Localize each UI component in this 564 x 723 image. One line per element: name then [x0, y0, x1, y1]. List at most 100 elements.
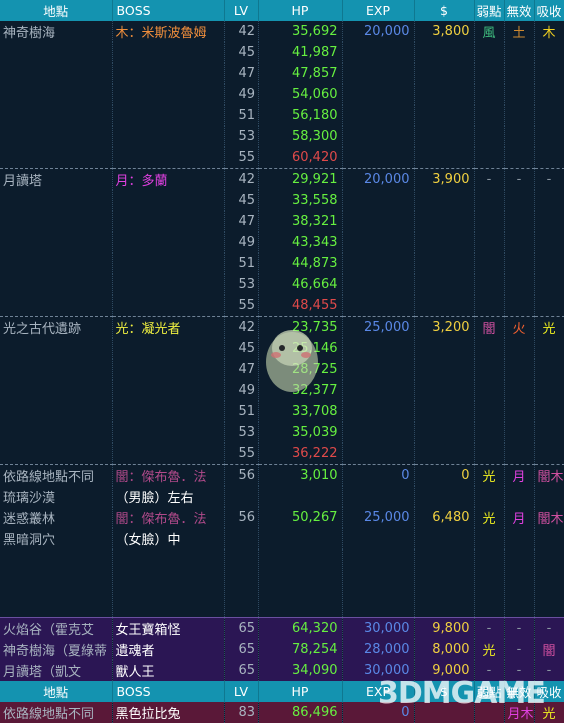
col-header-hp: HP [258, 681, 343, 702]
cell-null: 土 [504, 21, 535, 42]
cell-boss: 闇：傑布魯．法 [112, 507, 225, 528]
cell-null: 月 [504, 507, 535, 528]
cell-location: 依路線地點不同 [0, 702, 113, 723]
table-row: 47 47,857 [0, 63, 564, 84]
cell-lv: 56 [224, 507, 259, 528]
table-row: 49 32,377 [0, 380, 564, 401]
table-row: 51 44,873 [0, 253, 564, 274]
cell-hp: 46,664 [258, 274, 343, 295]
cell-lv: 65 [224, 660, 259, 681]
cell-hp: 41,987 [258, 42, 343, 63]
cell-location: 迷惑叢林 [0, 507, 113, 528]
cell-exp: 20,000 [342, 168, 415, 190]
cell-null: 火 [504, 316, 535, 338]
cell-boss: 黑色拉比兔 [112, 702, 225, 723]
table-row: 神奇樹海 木：米斯波魯姆 42 35,692 20,000 3,800 風 土 … [0, 21, 564, 42]
cell-hp: 34,090 [258, 660, 343, 681]
cell-hp: 35,692 [258, 21, 343, 42]
cell-absorb: - [534, 617, 564, 639]
cell-money: 9,800 [414, 617, 475, 639]
cell-hp: 60,420 [258, 147, 343, 169]
col-header-weak: 弱點 [474, 681, 505, 702]
cell-lv: 53 [224, 126, 259, 147]
cell-hp: 44,873 [258, 253, 343, 274]
cell-hp: 32,377 [258, 380, 343, 401]
blank-row [0, 549, 564, 618]
cell-boss: 光：凝光者 [112, 316, 225, 338]
table-row: 49 54,060 [0, 84, 564, 105]
table-row: 神奇樹海（夏綠蒂 遺魂者 65 78,254 28,000 8,000 光 - … [0, 639, 564, 660]
cell-boss: 女王寶箱怪 [112, 617, 225, 639]
cell-boss: （男臉）左右 [112, 486, 225, 507]
table-row: 47 38,321 [0, 211, 564, 232]
table-row: 47 28,725 [0, 359, 564, 380]
cell-lv: 83 [224, 702, 259, 723]
table-row: 55 48,455 [0, 295, 564, 317]
cell-money: 0 [414, 464, 475, 486]
col-header-absorb: 吸收 [534, 0, 564, 21]
cell-location: 火焰谷（霍克艾 [0, 617, 113, 639]
cell-money [414, 702, 475, 723]
cell-money: 8,000 [414, 639, 475, 660]
cell-hp: 33,708 [258, 401, 343, 422]
cell-lv: 45 [224, 190, 259, 211]
cell-exp: 25,000 [342, 507, 415, 528]
cell-lv: 45 [224, 42, 259, 63]
cell-exp: 25,000 [342, 316, 415, 338]
cell-hp: 23,735 [258, 316, 343, 338]
cell-location: 神奇樹海 [0, 21, 113, 42]
cell-lv: 47 [224, 359, 259, 380]
cell-hp: 78,254 [258, 639, 343, 660]
cell-weak [474, 702, 505, 723]
col-header-location: 地點 [0, 681, 113, 702]
cell-money: 6,480 [414, 507, 475, 528]
cell-boss: 闇：傑布魯．法 [112, 464, 225, 486]
col-header-lv: LV [224, 0, 259, 21]
cell-lv: 55 [224, 147, 259, 169]
cell-hp: 54,060 [258, 84, 343, 105]
cell-hp: 56,180 [258, 105, 343, 126]
cell-weak: - [474, 617, 505, 639]
table-row: 月讀塔 月：多蘭 42 29,921 20,000 3,900 - - - [0, 168, 564, 190]
cell-location: 神奇樹海（夏綠蒂 [0, 639, 113, 660]
cell-absorb: - [534, 168, 564, 190]
cell-hp: 48,455 [258, 295, 343, 317]
cell-lv: 65 [224, 617, 259, 639]
cell-boss: 木：米斯波魯姆 [112, 21, 225, 42]
table-row: 51 33,708 [0, 401, 564, 422]
cell-exp: 30,000 [342, 660, 415, 681]
cell-weak: 闇 [474, 316, 505, 338]
header-row: 地點 BOSS LV HP EXP $ 弱點 無效 吸收 [0, 0, 564, 21]
cell-money: 9,000 [414, 660, 475, 681]
cell-weak: - [474, 660, 505, 681]
cell-boss: 月：多蘭 [112, 168, 225, 190]
table-row: 黑暗洞穴 （女臉）中 [0, 528, 564, 549]
cell-absorb: 光 [534, 316, 564, 338]
cell-lv: 47 [224, 63, 259, 84]
cell-money: 3,800 [414, 21, 475, 42]
cell-hp: 35,039 [258, 422, 343, 443]
table-row: 迷惑叢林 闇：傑布魯．法 56 50,267 25,000 6,480 光 月 … [0, 507, 564, 528]
cell-lv: 51 [224, 253, 259, 274]
cell-money: 3,200 [414, 316, 475, 338]
table-row: 53 35,039 [0, 422, 564, 443]
cell-exp: 28,000 [342, 639, 415, 660]
table-row: 45 25,146 [0, 338, 564, 359]
cell-lv: 49 [224, 84, 259, 105]
cell-location: 光之古代遺跡 [0, 316, 113, 338]
cell-weak: 風 [474, 21, 505, 42]
col-header-weak: 弱點 [474, 0, 505, 21]
cell-lv: 51 [224, 401, 259, 422]
table-row: 53 58,300 [0, 126, 564, 147]
cell-null: 月木 [504, 702, 535, 723]
cell-boss: （女臉）中 [112, 528, 225, 549]
col-header-exp: EXP [342, 681, 415, 702]
cell-lv: 51 [224, 105, 259, 126]
cell-boss: 遺魂者 [112, 639, 225, 660]
cell-exp: 30,000 [342, 617, 415, 639]
header-row-repeat: 地點 BOSS LV HP EXP $ 弱點 無效 吸收 [0, 681, 564, 702]
cell-hp: 33,558 [258, 190, 343, 211]
col-header-boss: BOSS [112, 0, 225, 21]
cell-hp: 58,300 [258, 126, 343, 147]
table-row: 月讀塔（凱文 獸人王 65 34,090 30,000 9,000 - - - [0, 660, 564, 681]
